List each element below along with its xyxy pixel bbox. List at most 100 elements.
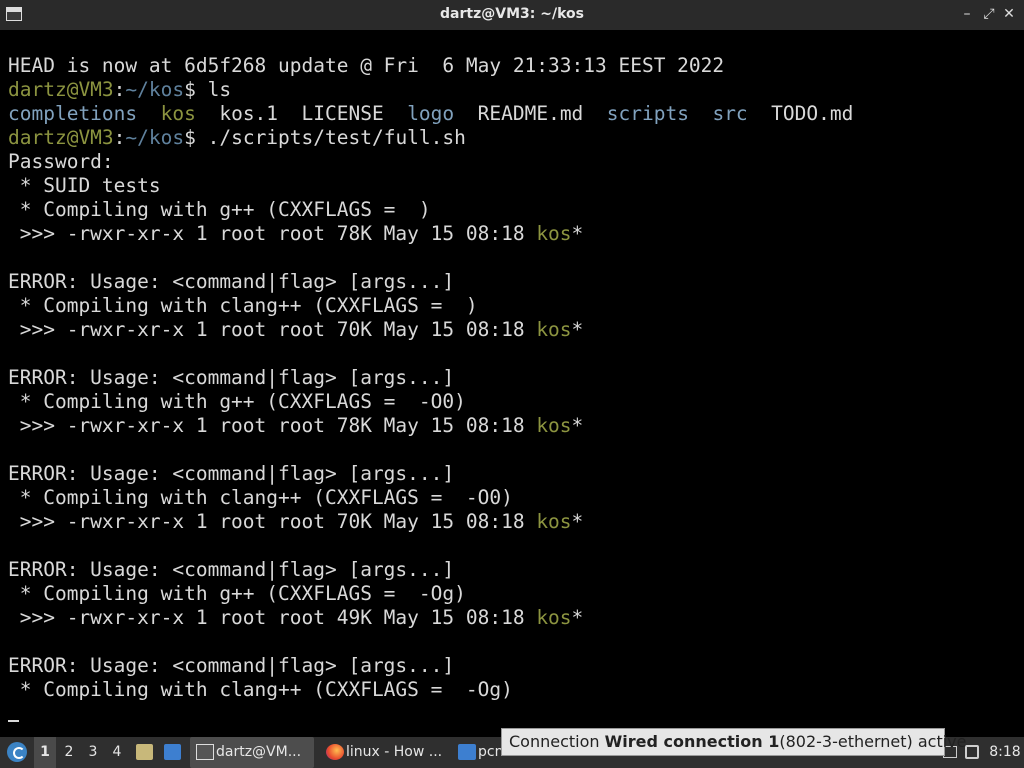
terminal-text: * Compiling with g++ (CXXFLAGS = -Og) xyxy=(8,582,466,605)
file-manager-launcher[interactable] xyxy=(132,737,156,768)
terminal-line: dartz@VM3:~/kos$ ./scripts/test/full.sh xyxy=(0,126,1024,150)
terminal-line: dartz@VM3:~/kos$ ls xyxy=(0,78,1024,102)
terminal-text: completions xyxy=(8,102,138,125)
terminal-text: logo xyxy=(407,102,455,125)
terminal-cursor xyxy=(8,720,19,722)
terminal-line: >>> -rwxr-xr-x 1 root root 78K May 15 08… xyxy=(0,414,1024,438)
terminal-text: kos xyxy=(160,102,196,125)
terminal-text: >>> -rwxr-xr-x 1 root root 70K May 15 08… xyxy=(8,318,537,341)
task-label: pcn xyxy=(478,744,504,760)
terminal-text: $ ./scripts/test/full.sh xyxy=(184,126,466,149)
terminal-icon xyxy=(196,744,214,760)
terminal-line: ERROR: Usage: <command|flag> [args...] xyxy=(0,654,1024,678)
terminal-line: >>> -rwxr-xr-x 1 root root 78K May 15 08… xyxy=(0,222,1024,246)
terminal-text: * xyxy=(571,318,584,341)
terminal-line: * Compiling with g++ (CXXFLAGS = -O0) xyxy=(0,390,1024,414)
show-desktop-icon xyxy=(164,744,181,760)
minimize-button[interactable]: – xyxy=(958,4,976,24)
terminal-text: kos xyxy=(536,510,572,533)
terminal-text: >>> -rwxr-xr-x 1 root root 70K May 15 08… xyxy=(8,510,537,533)
terminal-text: : xyxy=(113,126,126,149)
terminal-text: README.md xyxy=(454,102,607,125)
terminal-text: >>> -rwxr-xr-x 1 root root 78K May 15 08… xyxy=(8,414,537,437)
lxqt-menu-icon xyxy=(7,742,27,762)
terminal-text: dartz@VM3 xyxy=(8,78,114,101)
task-label: dartz@VM... xyxy=(216,744,302,760)
terminal-text: kos xyxy=(536,606,572,629)
terminal-text: : xyxy=(113,78,126,101)
task-firefox[interactable]: linux - How ... xyxy=(320,737,446,768)
task-terminal[interactable]: dartz@VM... xyxy=(190,737,314,768)
tooltip-connection-name: Wired connection 1 xyxy=(604,732,780,751)
terminal-text: * xyxy=(571,222,584,245)
terminal-text: * xyxy=(571,606,584,629)
terminal-line: HEAD is now at 6d5f268 update @ Fri 6 Ma… xyxy=(0,54,1024,78)
terminal-text: ERROR: Usage: <command|flag> [args...] xyxy=(8,366,455,389)
terminal-line: * Compiling with clang++ (CXXFLAGS = -O0… xyxy=(0,486,1024,510)
terminal-text: >>> -rwxr-xr-x 1 root root 49K May 15 08… xyxy=(8,606,537,629)
file-manager-icon xyxy=(136,744,153,760)
desktop-switch-4[interactable]: 4 xyxy=(106,737,128,768)
terminal-text: TODO.md xyxy=(747,102,854,125)
terminal-line: completions kos kos.1 LICENSE logo READM… xyxy=(0,102,1024,126)
terminal-line: ERROR: Usage: <command|flag> [args...] xyxy=(0,270,1024,294)
show-desktop-button[interactable] xyxy=(160,737,184,768)
terminal-text: ERROR: Usage: <command|flag> [args...] xyxy=(8,654,455,677)
terminal-text: * xyxy=(571,510,584,533)
tooltip-suffix: (802-3-ethernet) active xyxy=(779,732,967,751)
terminal-text: * Compiling with clang++ (CXXFLAGS = -O0… xyxy=(8,486,513,509)
task-file-manager[interactable]: pcn xyxy=(452,737,504,768)
terminal-text: ~/kos xyxy=(125,78,185,101)
terminal-line: >>> -rwxr-xr-x 1 root root 49K May 15 08… xyxy=(0,606,1024,630)
terminal-text: kos xyxy=(536,414,572,437)
clock[interactable]: 8:18 xyxy=(988,737,1022,768)
maximize-button[interactable]: ⤢ xyxy=(980,4,998,24)
terminal-line: * Compiling with clang++ (CXXFLAGS = -Og… xyxy=(0,678,1024,702)
terminal-output[interactable]: HEAD is now at 6d5f268 update @ Fri 6 Ma… xyxy=(0,30,1024,728)
terminal-text: Password: xyxy=(8,150,114,173)
terminal-text: ERROR: Usage: <command|flag> [args...] xyxy=(8,558,455,581)
terminal-line: * Compiling with g++ (CXXFLAGS = ) xyxy=(0,198,1024,222)
terminal-text: * SUID tests xyxy=(8,174,161,197)
close-button[interactable]: ✕ xyxy=(1000,4,1018,24)
desktop-switch-1[interactable]: 1 xyxy=(34,737,56,768)
terminal-text: kos.1 LICENSE xyxy=(195,102,408,125)
terminal-text: $ ls xyxy=(184,78,232,101)
terminal-line: * Compiling with clang++ (CXXFLAGS = ) xyxy=(0,294,1024,318)
terminal-line: * SUID tests xyxy=(0,174,1024,198)
terminal-line xyxy=(0,702,1024,726)
tooltip-prefix: Connection xyxy=(509,732,605,751)
network-tooltip: Connection Wired connection 1(802-3-ethe… xyxy=(501,728,966,756)
terminal-line: ERROR: Usage: <command|flag> [args...] xyxy=(0,366,1024,390)
terminal-text: ERROR: Usage: <command|flag> [args...] xyxy=(8,462,455,485)
terminal-text: scripts xyxy=(606,102,689,125)
terminal-line: * Compiling with g++ (CXXFLAGS = -Og) xyxy=(0,582,1024,606)
firefox-icon xyxy=(326,744,344,760)
terminal-text: >>> -rwxr-xr-x 1 root root 78K May 15 08… xyxy=(8,222,537,245)
terminal-line: ERROR: Usage: <command|flag> [args...] xyxy=(0,462,1024,486)
task-label: linux - How ... xyxy=(346,744,443,760)
window-titlebar[interactable]: dartz@VM3: ~/kos – ⤢ ✕ xyxy=(0,0,1024,30)
desktop-switch-3[interactable]: 3 xyxy=(82,737,104,768)
terminal-text: kos xyxy=(536,222,572,245)
terminal-text: * Compiling with clang++ (CXXFLAGS = ) xyxy=(8,294,478,317)
terminal-text: ERROR: Usage: <command|flag> [args...] xyxy=(8,270,455,293)
terminal-line: Password: xyxy=(0,150,1024,174)
terminal-text: dartz@VM3 xyxy=(8,126,114,149)
terminal-line: >>> -rwxr-xr-x 1 root root 70K May 15 08… xyxy=(0,510,1024,534)
application-menu-button[interactable] xyxy=(4,737,30,768)
terminal-text: src xyxy=(712,102,748,125)
window-title: dartz@VM3: ~/kos xyxy=(440,6,584,22)
terminal-line: ERROR: Usage: <command|flag> [args...] xyxy=(0,558,1024,582)
desktop-switch-2[interactable]: 2 xyxy=(58,737,80,768)
terminal-text: * xyxy=(571,414,584,437)
terminal-text: HEAD is now at 6d5f268 update @ Fri 6 Ma… xyxy=(8,54,725,77)
terminal-text: * Compiling with g++ (CXXFLAGS = ) xyxy=(8,198,431,221)
